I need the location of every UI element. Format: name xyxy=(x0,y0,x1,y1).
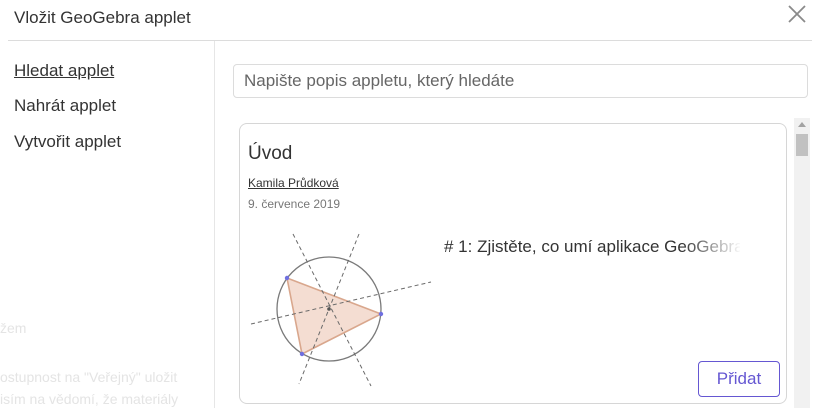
dialog-header: Vložit GeoGebra applet xyxy=(0,0,818,40)
applet-thumbnail xyxy=(250,233,432,387)
close-icon[interactable] xyxy=(784,2,810,28)
scrollbar-thumb[interactable] xyxy=(796,134,808,156)
search-input[interactable] xyxy=(233,64,808,98)
applet-date: 9. července 2019 xyxy=(248,197,341,211)
scroll-up-arrow-icon[interactable] xyxy=(798,122,806,127)
sidebar-item-upload-applet[interactable]: Nahrát applet xyxy=(14,96,116,116)
sidebar: Hledat applet Nahrát applet Vytvořit app… xyxy=(0,41,214,408)
dialog-title: Vložit GeoGebra applet xyxy=(14,8,191,27)
applet-card[interactable]: Úvod Kamila Průdková 9. července 2019 # … xyxy=(239,123,787,404)
description-fade xyxy=(682,234,742,260)
sidebar-divider xyxy=(214,41,215,408)
applet-title: Úvod xyxy=(248,143,293,164)
sidebar-item-create-applet[interactable]: Vytvořit applet xyxy=(14,132,121,152)
insert-applet-dialog: Vložit GeoGebra applet Hledat applet Nah… xyxy=(0,0,818,408)
sidebar-item-search-applet[interactable]: Hledat applet xyxy=(14,61,114,81)
applet-author-link[interactable]: Kamila Průdková xyxy=(248,176,339,190)
add-applet-button[interactable]: Přidat xyxy=(698,361,780,397)
close-icon-graphic xyxy=(788,5,806,23)
results-scrollbar[interactable] xyxy=(794,118,810,408)
